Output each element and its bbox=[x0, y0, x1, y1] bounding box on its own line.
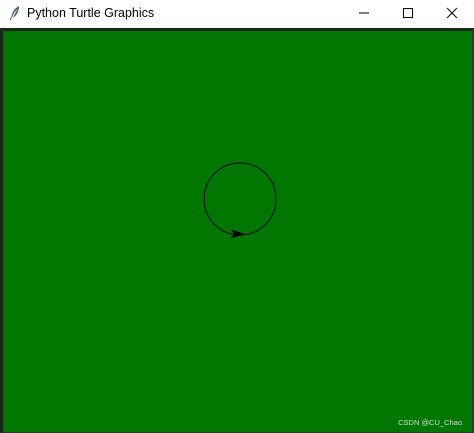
watermark: CSDN @CU_Chao bbox=[398, 418, 462, 427]
minimize-button[interactable] bbox=[342, 0, 386, 26]
minimize-icon bbox=[359, 12, 369, 14]
turtle-canvas-frame: CSDN @CU_Chao bbox=[0, 28, 474, 433]
window-title: Python Turtle Graphics bbox=[27, 6, 155, 20]
close-button[interactable] bbox=[430, 0, 474, 26]
canvas-background bbox=[3, 31, 472, 432]
window-controls bbox=[342, 0, 474, 26]
title-bar[interactable]: Python Turtle Graphics bbox=[0, 0, 474, 26]
feather-icon bbox=[4, 0, 26, 26]
maximize-icon bbox=[403, 8, 413, 18]
close-icon bbox=[446, 7, 458, 19]
maximize-button[interactable] bbox=[386, 0, 430, 26]
turtle-canvas[interactable] bbox=[3, 31, 472, 432]
turtle-window: Python Turtle Graphics CSDN @CU_Chao bbox=[0, 0, 474, 433]
